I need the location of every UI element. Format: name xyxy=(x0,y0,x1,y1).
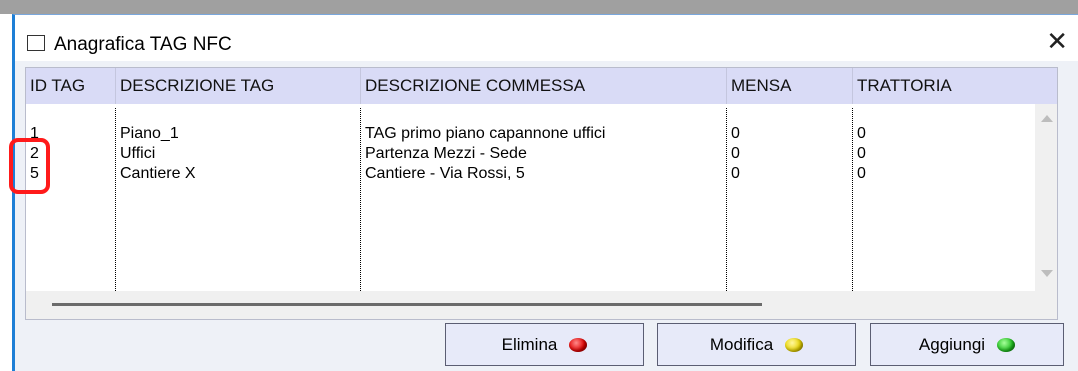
close-icon[interactable]: ✕ xyxy=(1046,28,1068,54)
row-2-trattoria[interactable]: 0 xyxy=(857,144,866,164)
delete-button[interactable]: Elimina xyxy=(445,323,644,366)
row-2-mensa[interactable]: 0 xyxy=(731,144,740,164)
scroll-down-arrow-icon[interactable] xyxy=(1041,270,1053,277)
row-1-descrizione-tag[interactable]: Piano_1 xyxy=(120,124,179,144)
add-button[interactable]: Aggiungi xyxy=(870,323,1064,366)
row-3-mensa[interactable]: 0 xyxy=(731,164,740,184)
edit-button-label: Modifica xyxy=(709,334,774,354)
vertical-scrollbar[interactable] xyxy=(1035,104,1057,291)
window-icon xyxy=(27,35,45,51)
tag-nfc-window: Anagrafica TAG NFC ✕ ID TAG DESCRIZIONE … xyxy=(12,14,1078,371)
window-title: Anagrafica TAG NFC xyxy=(54,34,232,55)
column-header-descrizione-tag[interactable]: DESCRIZIONE TAG xyxy=(116,68,361,104)
column-divider xyxy=(727,108,853,291)
row-3-id-tag[interactable]: 5 xyxy=(30,164,39,184)
delete-button-label: Elimina xyxy=(501,334,558,354)
add-button-label: Aggiungi xyxy=(918,334,986,354)
row-1-trattoria[interactable]: 0 xyxy=(857,124,866,144)
table-header: ID TAG DESCRIZIONE TAG DESCRIZIONE COMME… xyxy=(26,68,1057,104)
green-led-icon xyxy=(997,337,1016,352)
row-1-descrizione-commessa[interactable]: TAG primo piano capannone uffici xyxy=(365,124,605,144)
row-2-descrizione-commessa[interactable]: Partenza Mezzi - Sede xyxy=(365,144,527,164)
row-3-descrizione-commessa[interactable]: Cantiere - Via Rossi, 5 xyxy=(365,164,525,184)
yellow-led-icon xyxy=(785,337,804,352)
row-3-trattoria[interactable]: 0 xyxy=(857,164,866,184)
column-header-trattoria[interactable]: TRATTORIA xyxy=(853,68,1037,104)
column-header-mensa[interactable]: MENSA xyxy=(727,68,853,104)
scroll-up-arrow-icon[interactable] xyxy=(1041,115,1053,122)
horizontal-scrollbar[interactable] xyxy=(26,291,1036,319)
row-3-descrizione-tag[interactable]: Cantiere X xyxy=(120,164,196,184)
row-1-mensa[interactable]: 0 xyxy=(731,124,740,144)
top-frame-bar xyxy=(0,0,1078,14)
left-margin xyxy=(0,14,12,371)
horizontal-scroll-thumb[interactable] xyxy=(52,303,762,306)
title-bar: Anagrafica TAG NFC ✕ xyxy=(15,15,1078,61)
scrollbar-corner xyxy=(1035,291,1057,319)
edit-button[interactable]: Modifica xyxy=(657,323,856,366)
tag-table[interactable]: ID TAG DESCRIZIONE TAG DESCRIZIONE COMME… xyxy=(25,67,1058,320)
column-divider xyxy=(26,108,116,291)
row-1-id-tag[interactable]: 1 xyxy=(30,124,39,144)
row-2-descrizione-tag[interactable]: Uffici xyxy=(120,144,155,164)
column-header-descrizione-commessa[interactable]: DESCRIZIONE COMMESSA xyxy=(361,68,727,104)
row-2-id-tag[interactable]: 2 xyxy=(30,144,39,164)
red-led-icon xyxy=(569,337,588,352)
column-header-id-tag[interactable]: ID TAG xyxy=(26,68,116,104)
